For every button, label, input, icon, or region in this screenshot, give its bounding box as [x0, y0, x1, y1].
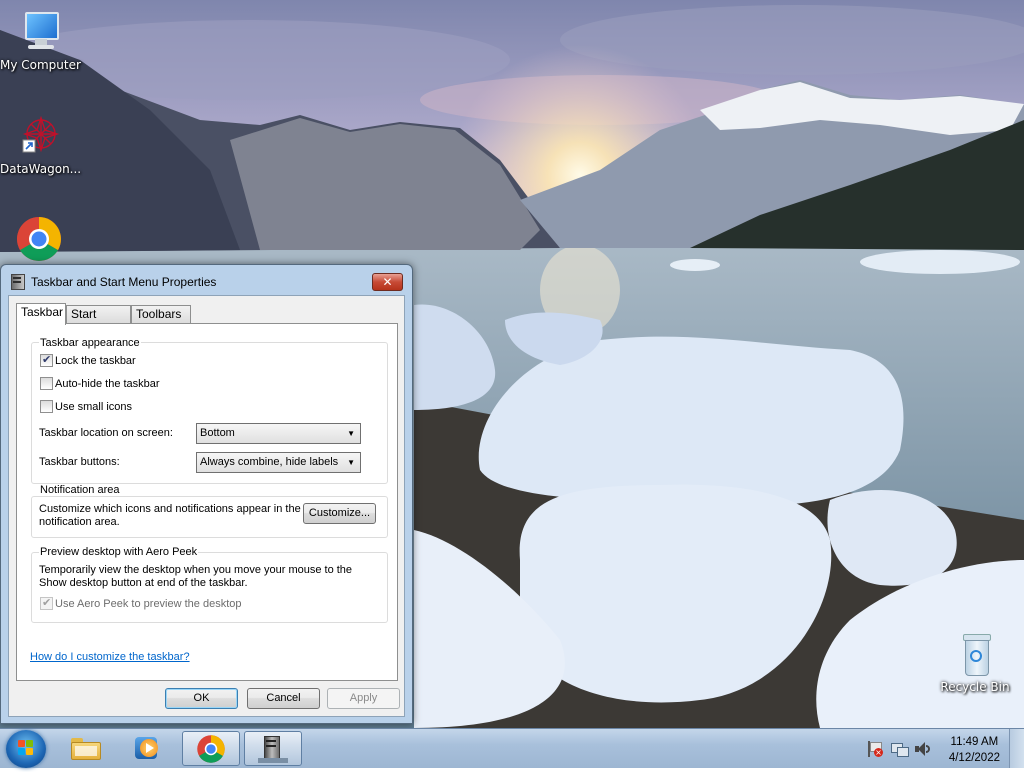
- chevron-down-icon: ▼: [347, 458, 355, 467]
- group-heading: Taskbar appearance: [39, 337, 141, 349]
- location-value: Bottom: [200, 427, 235, 439]
- tray-volume-icon[interactable]: [915, 742, 931, 756]
- customize-button[interactable]: Customize...: [303, 503, 376, 524]
- apply-button-label: Apply: [349, 692, 378, 704]
- location-label: Taskbar location on screen:: [39, 427, 173, 439]
- auto-hide-checkbox[interactable]: [40, 377, 53, 390]
- properties-window-icon: [11, 274, 25, 290]
- taskbar-buttons-dropdown[interactable]: Always combine, hide labels ▼: [196, 452, 361, 473]
- ok-button[interactable]: OK: [165, 688, 238, 709]
- show-desktop-button[interactable]: [1009, 729, 1024, 768]
- tray-flag-icon[interactable]: ×: [866, 741, 883, 757]
- close-icon: ✕: [382, 275, 393, 289]
- tab-taskbar[interactable]: Taskbar: [16, 303, 66, 325]
- checkmark-icon: ✔: [42, 353, 52, 366]
- media-player-icon: [135, 737, 161, 761]
- cancel-button[interactable]: Cancel: [247, 688, 320, 709]
- group-heading: Preview desktop with Aero Peek: [39, 546, 199, 558]
- desktop-icon-label: Recycle Bin: [940, 680, 1010, 694]
- clock-time: 11:49 AM: [950, 736, 999, 748]
- dialog-client-area: Taskbar Start Menu Toolbars Taskbar appe…: [8, 295, 405, 717]
- cancel-button-label: Cancel: [266, 692, 301, 704]
- notification-description: notification area.: [39, 516, 120, 528]
- aero-peek-description: Temporarily view the desktop when you mo…: [39, 564, 353, 576]
- tab-toolbars[interactable]: Toolbars: [131, 305, 191, 323]
- aero-peek-checkbox[interactable]: ✔: [40, 596, 53, 610]
- chrome-icon: [197, 735, 225, 763]
- desktop-icon-recycle-bin[interactable]: Recycle Bin: [936, 630, 1014, 694]
- taskbar-button-chrome[interactable]: [182, 731, 240, 766]
- small-icons-checkbox[interactable]: [40, 400, 53, 413]
- tab-start-menu[interactable]: Start Menu: [66, 305, 131, 337]
- group-heading: Notification area: [39, 484, 121, 496]
- windows-logo-icon: [18, 740, 33, 755]
- recycle-bin-icon: [951, 630, 999, 678]
- dialog-title: Taskbar and Start Menu Properties: [31, 275, 217, 289]
- lock-taskbar-checkbox[interactable]: ✔: [40, 353, 53, 367]
- aero-peek-label: Use Aero Peek to preview the desktop: [55, 598, 242, 610]
- start-button[interactable]: [6, 730, 46, 768]
- desktop-icon-my-computer[interactable]: My Computer: [0, 8, 81, 72]
- taskbar-buttons-label: Taskbar buttons:: [39, 456, 120, 468]
- aero-peek-description: Show desktop button at end of the taskba…: [39, 577, 248, 589]
- taskbar: × 11:49 AM 4/12/2022: [0, 728, 1024, 768]
- clock[interactable]: 11:49 AM 4/12/2022: [949, 734, 1000, 766]
- taskbar-buttons-value: Always combine, hide labels: [200, 456, 339, 468]
- desktop-icon-chrome[interactable]: [0, 215, 78, 265]
- taskbar-properties-dialog: Taskbar and Start Menu Properties ✕ Task…: [0, 264, 413, 724]
- folder-icon: [71, 738, 101, 760]
- tab-label: Toolbars: [136, 307, 182, 321]
- auto-hide-label: Auto-hide the taskbar: [55, 378, 160, 390]
- tab-panel-taskbar: Taskbar appearance ✔ Lock the taskbar Au…: [16, 323, 398, 681]
- apply-button[interactable]: Apply: [327, 688, 400, 709]
- dialog-titlebar[interactable]: Taskbar and Start Menu Properties ✕: [1, 265, 412, 297]
- clock-date: 4/12/2022: [948, 752, 1000, 764]
- taskbar-button-properties[interactable]: [244, 731, 302, 766]
- help-link[interactable]: How do I customize the taskbar?: [30, 651, 190, 663]
- desktop-icon-datawagon[interactable]: DataWagon...: [0, 112, 82, 176]
- checkmark-icon: ✔: [42, 596, 52, 609]
- location-dropdown[interactable]: Bottom ▼: [196, 423, 361, 444]
- computer-icon: [15, 8, 63, 56]
- customize-button-label: Customize...: [308, 507, 371, 519]
- tab-label: Taskbar: [21, 305, 64, 319]
- tray-network-icon[interactable]: [891, 741, 909, 757]
- datawagon-icon: [15, 112, 63, 160]
- ok-button-label: OK: [193, 692, 210, 704]
- lock-taskbar-label: Lock the taskbar: [55, 355, 136, 367]
- chevron-down-icon: ▼: [347, 429, 355, 438]
- taskbar-button-media-player[interactable]: [120, 731, 178, 766]
- notification-description: Customize which icons and notifications …: [39, 503, 301, 515]
- desktop-icon-label: DataWagon...: [0, 162, 82, 176]
- close-button[interactable]: ✕: [372, 273, 403, 291]
- small-icons-label: Use small icons: [55, 401, 133, 413]
- desktop-icon-label: My Computer: [0, 58, 81, 72]
- taskbar-button-explorer[interactable]: [58, 731, 116, 766]
- chrome-icon: [15, 215, 63, 263]
- properties-window-icon: [258, 736, 288, 764]
